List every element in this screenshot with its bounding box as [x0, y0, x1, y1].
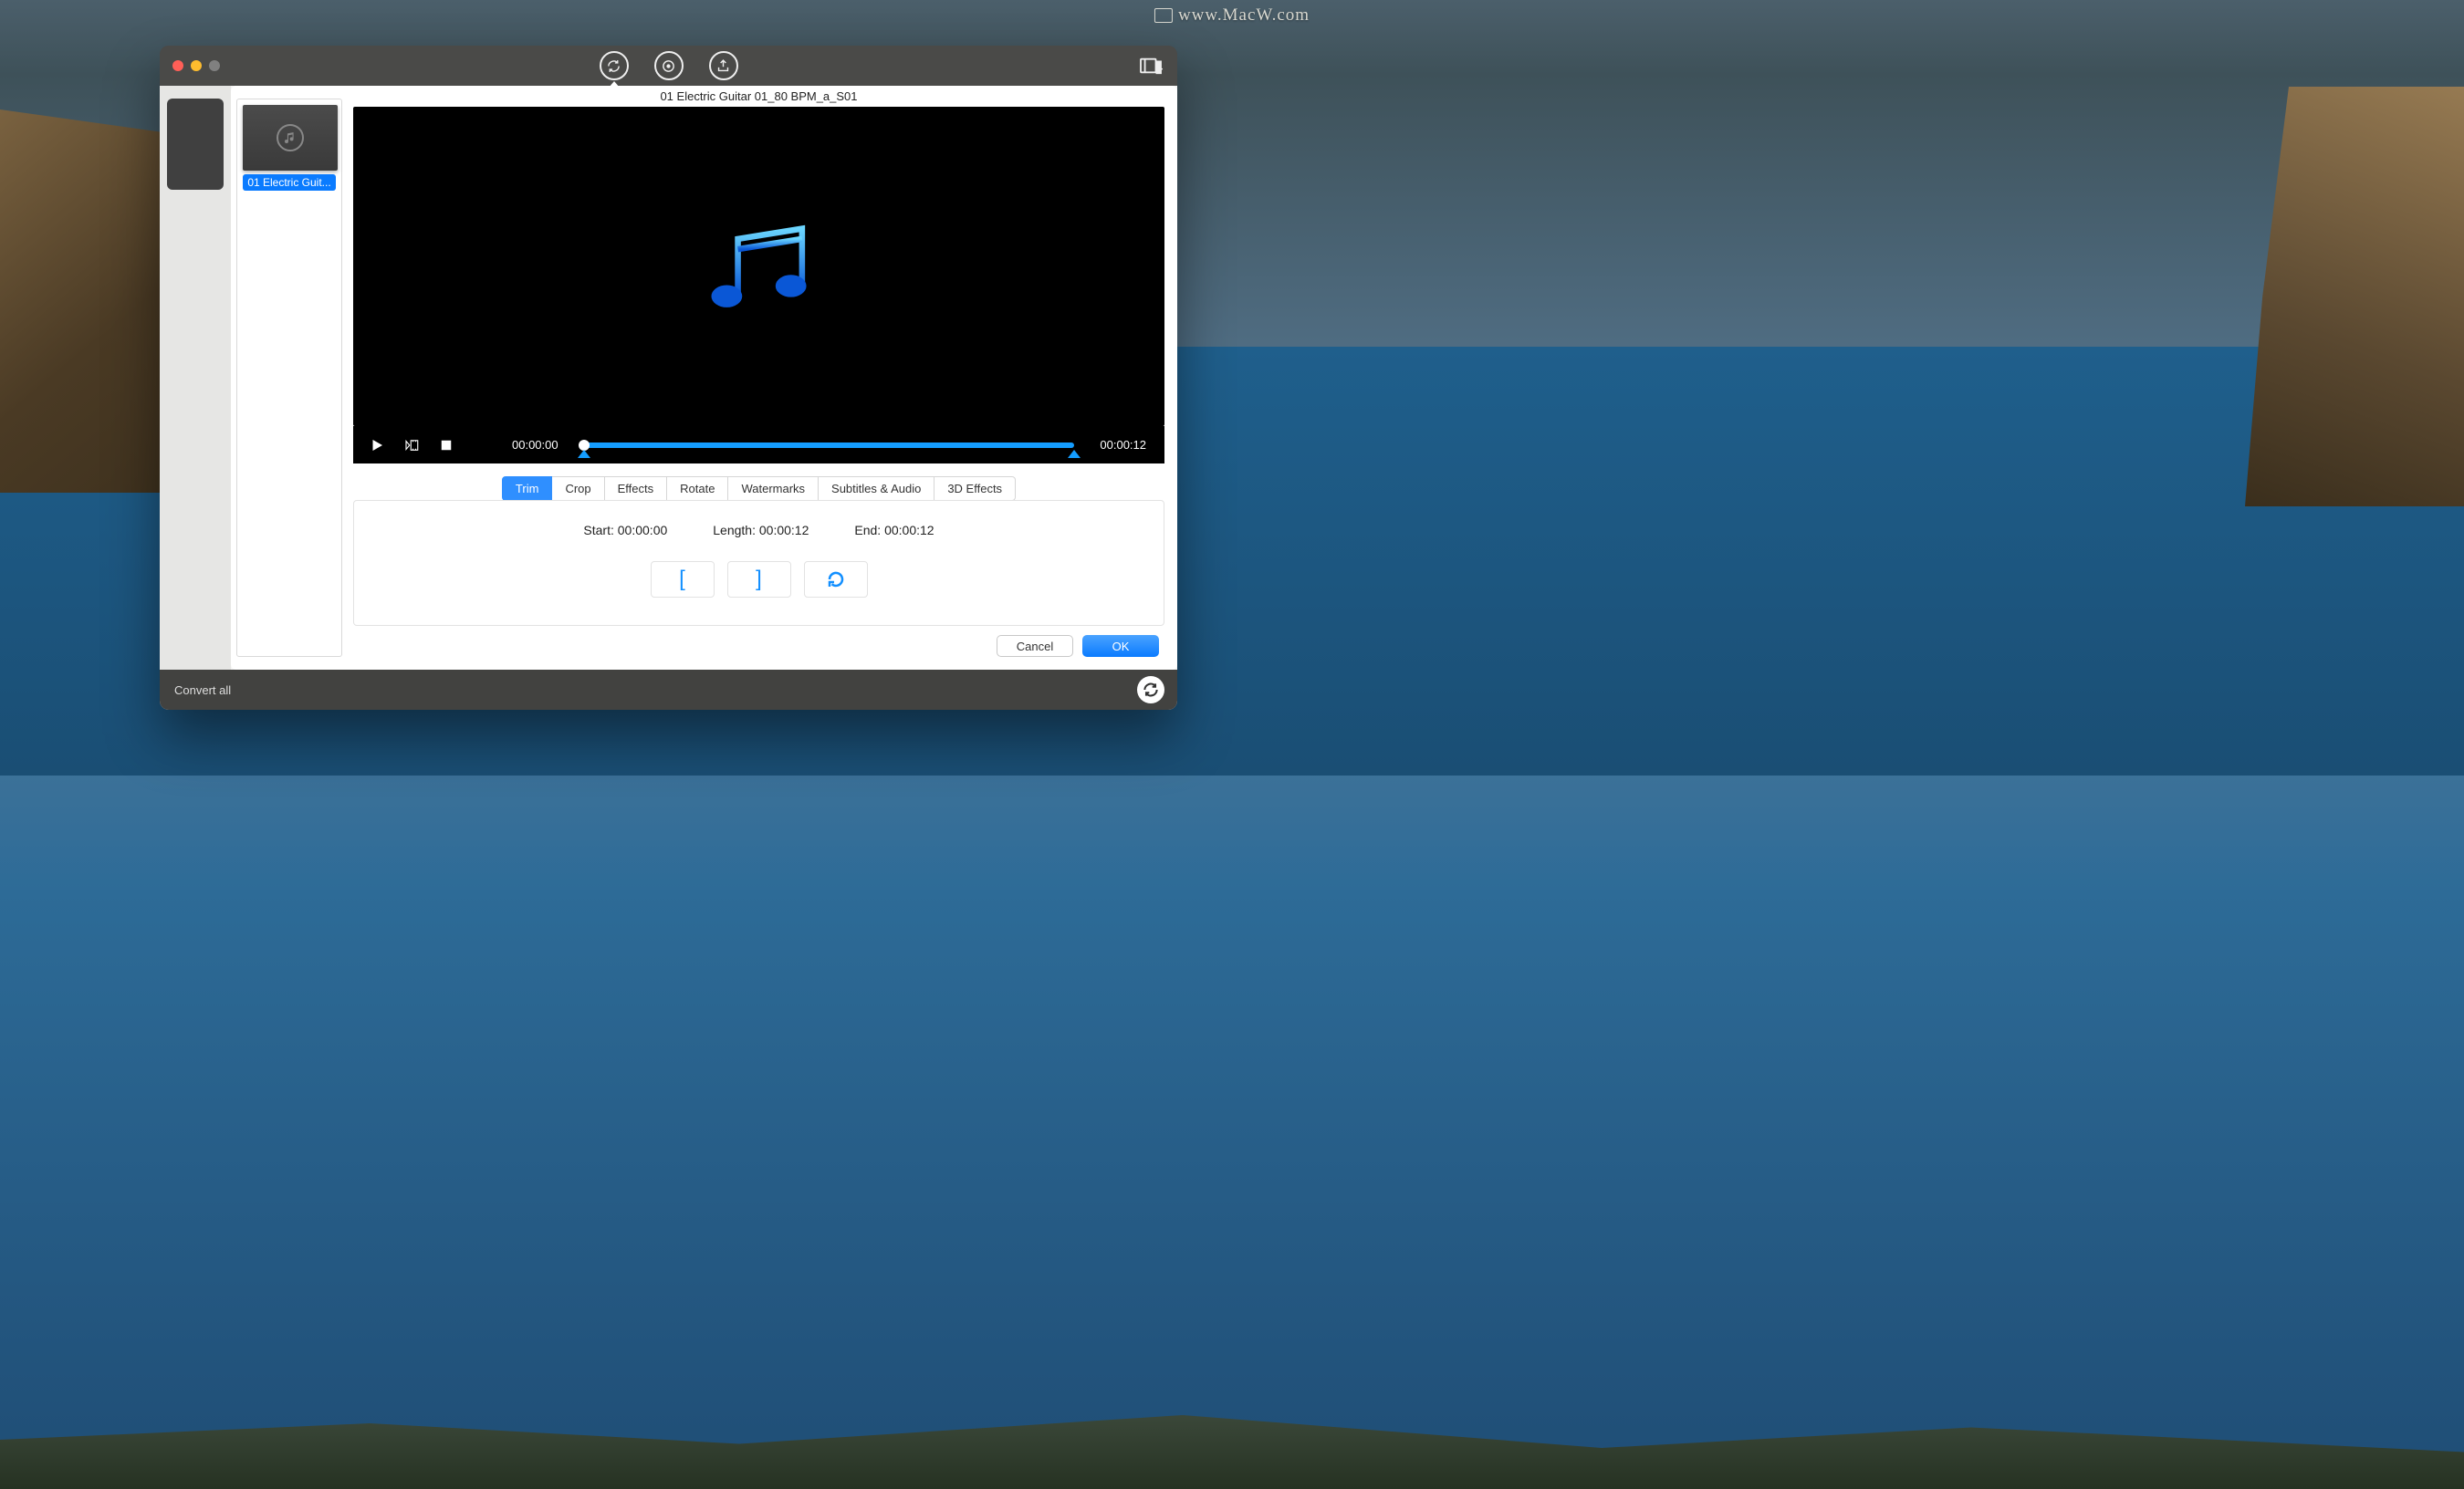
queue-icon [1139, 56, 1163, 76]
window-minimize-button[interactable] [191, 60, 202, 71]
titlebar [160, 46, 1177, 86]
tab-rotate[interactable]: Rotate [667, 476, 728, 501]
tab-effects[interactable]: Effects [605, 476, 668, 501]
trim-buttons: [ ] [651, 561, 868, 598]
background-rock-right [2245, 87, 2464, 506]
step-button[interactable] [402, 436, 421, 454]
background-mountain [0, 1407, 2464, 1489]
tab-trim[interactable]: Trim [502, 476, 553, 501]
set-end-button[interactable]: ] [727, 561, 791, 598]
main-column: 01 Electric Guitar 01_80 BPM_a_S01 [353, 89, 1164, 657]
app-window: Convert all 01 Electric Guit... 01 Elect… [160, 46, 1177, 710]
dialog-buttons: Cancel OK [353, 635, 1159, 657]
footer-bar: Convert all [160, 670, 1177, 710]
seek-track[interactable] [584, 443, 1075, 448]
ok-button[interactable]: OK [1082, 635, 1159, 657]
mode-switcher [600, 51, 738, 80]
tab-3d-effects[interactable]: 3D Effects [934, 476, 1016, 501]
cancel-button[interactable]: Cancel [997, 635, 1073, 657]
share-icon [715, 58, 731, 74]
music-artwork-icon [691, 210, 828, 324]
stop-icon [438, 437, 454, 453]
file-title: 01 Electric Guitar 01_80 BPM_a_S01 [353, 89, 1164, 103]
play-button[interactable] [368, 436, 386, 454]
bracket-close-icon: ] [756, 567, 762, 592]
trim-length-label: Length: 00:00:12 [713, 523, 809, 537]
monitor-icon [1154, 8, 1173, 23]
trim-panel: Start: 00:00:00 Length: 00:00:12 End: 00… [353, 500, 1164, 626]
editor-panel: 01 Electric Guit... 01 Electric Guitar 0… [231, 86, 1177, 670]
clip-label: 01 Electric Guit... [243, 174, 336, 191]
left-rail [160, 86, 231, 670]
trim-end-label: End: 00:00:12 [854, 523, 934, 537]
stop-button[interactable] [437, 436, 455, 454]
convert-all-label: Convert all [174, 683, 231, 697]
trim-start-label: Start: 00:00:00 [583, 523, 667, 537]
time-total: 00:00:12 [1100, 438, 1146, 452]
window-controls [172, 60, 220, 71]
refresh-icon [606, 58, 621, 74]
window-close-button[interactable] [172, 60, 183, 71]
clip-list: 01 Electric Guit... [236, 99, 342, 657]
queue-button[interactable] [1139, 56, 1163, 76]
trim-marker-start[interactable] [578, 450, 590, 458]
edit-tabs: Trim Crop Effects Rotate Watermarks Subt… [353, 476, 1164, 501]
tab-watermarks[interactable]: Watermarks [728, 476, 819, 501]
player-bar: 00:00:00 00:00:12 [353, 426, 1164, 463]
share-mode-button[interactable] [709, 51, 738, 80]
bracket-open-icon: [ [679, 567, 685, 592]
clip-item[interactable]: 01 Electric Guit... [243, 105, 336, 191]
trim-marker-end[interactable] [1068, 450, 1081, 458]
film-step-icon [403, 437, 420, 453]
disc-mode-button[interactable] [654, 51, 684, 80]
reset-trim-button[interactable] [804, 561, 868, 598]
left-rail-thumb [167, 99, 224, 190]
time-elapsed: 00:00:00 [512, 438, 559, 452]
window-zoom-button[interactable] [209, 60, 220, 71]
watermark-text: www.MacW.com [1178, 5, 1310, 26]
window-body: Convert all 01 Electric Guit... 01 Elect… [160, 86, 1177, 710]
refresh-icon [1142, 681, 1160, 699]
preview-area [353, 107, 1164, 426]
watermark: www.MacW.com [1154, 5, 1310, 26]
tab-subtitles-audio[interactable]: Subtitles & Audio [819, 476, 934, 501]
play-icon [369, 437, 385, 453]
convert-button[interactable] [1137, 676, 1164, 703]
convert-mode-button[interactable] [600, 51, 629, 80]
set-start-button[interactable]: [ [651, 561, 715, 598]
music-note-icon [277, 124, 304, 151]
clip-thumbnail [243, 105, 338, 171]
disc-icon [661, 58, 676, 74]
reset-icon [825, 568, 847, 590]
tab-crop[interactable]: Crop [552, 476, 604, 501]
trim-times: Start: 00:00:00 Length: 00:00:12 End: 00… [583, 523, 934, 537]
